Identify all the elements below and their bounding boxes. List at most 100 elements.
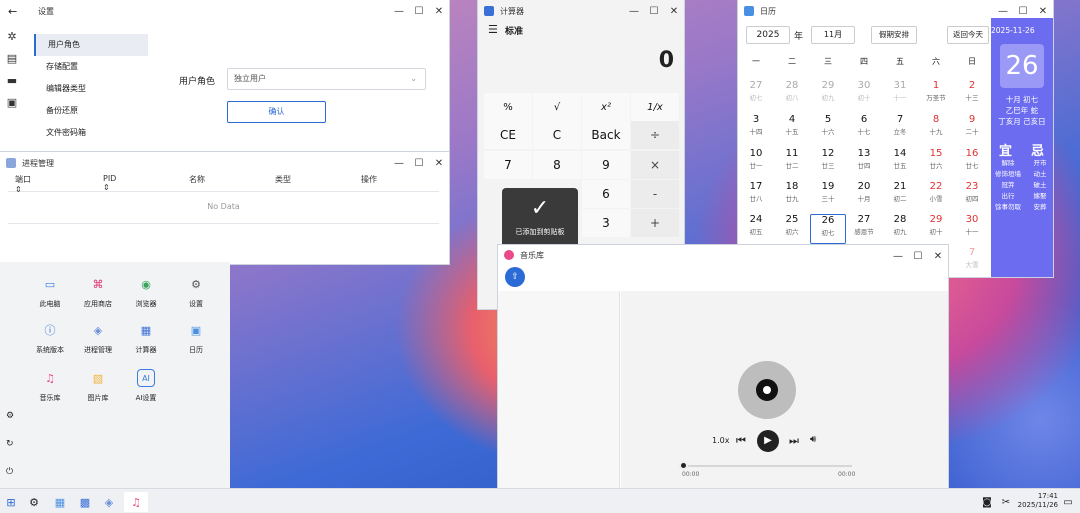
start-windows-icon[interactable]: ⊞ xyxy=(1,492,21,512)
gear-icon[interactable]: ✲ xyxy=(4,30,20,52)
calendar-day[interactable]: 25 初六 xyxy=(774,214,810,244)
nav-item-user-role[interactable]: 用户角色 xyxy=(34,34,148,56)
minimize-button[interactable]: — xyxy=(389,0,409,22)
col-port[interactable]: 端口 ⇕ xyxy=(15,174,31,194)
maximize-button[interactable]: ☐ xyxy=(908,245,928,267)
key-18[interactable]: 3 xyxy=(582,209,630,237)
storage-icon[interactable]: ▤ xyxy=(4,52,20,74)
key-5[interactable]: C xyxy=(533,121,581,149)
calendar-day[interactable]: 31 十一 xyxy=(882,80,918,110)
previous-icon[interactable]: ⏮ xyxy=(736,434,746,448)
calendar-day[interactable]: 27 感恩节 xyxy=(846,214,882,244)
taskbar-music-icon[interactable]: ♫ xyxy=(124,492,148,512)
calendar-day[interactable]: 2 十三 xyxy=(954,80,990,110)
key-1[interactable]: √ xyxy=(533,93,581,121)
holiday-button[interactable]: 假期安排 xyxy=(871,26,917,44)
back-icon[interactable]: ← xyxy=(8,5,24,18)
speed-label[interactable]: 1.0x xyxy=(712,436,729,445)
settings-small-icon[interactable]: ⚙ xyxy=(6,411,14,421)
app-process[interactable]: ◈ 进程管理 xyxy=(76,321,120,355)
col-pid[interactable]: PID ⇕ xyxy=(103,174,116,192)
calendar-day[interactable]: 19 三十 xyxy=(810,181,846,211)
calendar-day[interactable]: 21 初二 xyxy=(882,181,918,211)
nav-item-backup[interactable]: 备份还原 xyxy=(34,100,148,122)
calendar-day[interactable]: 7 大雪 xyxy=(954,247,990,277)
calendar-day[interactable]: 15 廿六 xyxy=(918,148,954,178)
power-icon[interactable]: ⏻ xyxy=(6,467,13,477)
calendar-day[interactable]: 18 廿九 xyxy=(774,181,810,211)
maximize-button[interactable]: ☐ xyxy=(409,152,429,174)
key-9[interactable]: 8 xyxy=(533,151,581,179)
calendar-day[interactable]: 28 初九 xyxy=(882,214,918,244)
app-music[interactable]: ♫ 音乐库 xyxy=(28,369,72,403)
progress-track[interactable] xyxy=(682,465,852,467)
app-store[interactable]: ⌘ 应用商店 xyxy=(76,275,120,309)
calendar-day[interactable]: 7 立冬 xyxy=(882,114,918,144)
maximize-button[interactable]: ☐ xyxy=(409,0,429,22)
key-15[interactable]: - xyxy=(631,180,679,208)
nav-item-editor[interactable]: 编辑器类型 xyxy=(34,78,148,100)
calendar-day[interactable]: 29 初九 xyxy=(810,80,846,110)
calendar-day[interactable]: 27 初七 xyxy=(738,80,774,110)
app-picture[interactable]: ▧ 图片库 xyxy=(76,369,120,403)
calendar-day[interactable]: 23 初四 xyxy=(954,181,990,211)
key-11[interactable]: × xyxy=(631,151,679,179)
key-0[interactable]: % xyxy=(484,93,532,121)
app-gear[interactable]: ⚙ 设置 xyxy=(174,275,218,309)
calendar-day[interactable]: 8 十九 xyxy=(918,114,954,144)
clock[interactable]: 17:41 2025/11/26 xyxy=(1014,492,1058,510)
close-button[interactable]: ✕ xyxy=(429,152,449,174)
year-select[interactable]: 2025 xyxy=(746,26,790,44)
calendar-day[interactable]: 29 初十 xyxy=(918,214,954,244)
minimize-button[interactable]: — xyxy=(888,245,908,267)
calendar-day[interactable]: 13 廿四 xyxy=(846,148,882,178)
calendar-day[interactable]: 16 廿七 xyxy=(954,148,990,178)
app-ai[interactable]: AI AI设置 xyxy=(124,369,168,403)
calendar-day[interactable]: 4 十五 xyxy=(774,114,810,144)
scissors-icon[interactable]: ✂ xyxy=(996,492,1016,512)
volume-icon[interactable]: 🔊︎ xyxy=(810,434,816,445)
taskbar-calendar-icon[interactable]: ▦ xyxy=(50,492,70,512)
key-4[interactable]: CE xyxy=(484,121,532,149)
app-browser[interactable]: ◉ 浏览器 xyxy=(124,275,168,309)
key-7[interactable]: ÷ xyxy=(631,121,679,149)
month-select[interactable]: 11月 xyxy=(811,26,855,44)
taskbar-settings-icon[interactable]: ⚙ xyxy=(24,492,44,512)
calendar-day[interactable]: 10 廿一 xyxy=(738,148,774,178)
calendar-day[interactable]: 12 廿三 xyxy=(810,148,846,178)
key-3[interactable]: 1/x xyxy=(631,93,679,121)
taskbar-calculator-icon[interactable]: ▩ xyxy=(75,492,95,512)
nav-item-password-box[interactable]: 文件密码箱 xyxy=(34,122,148,144)
key-19[interactable]: + xyxy=(631,209,679,237)
camera-icon[interactable]: ◙ xyxy=(977,492,997,512)
key-8[interactable]: 7 xyxy=(484,151,532,179)
calendar-day[interactable]: 17 廿八 xyxy=(738,181,774,211)
calendar-day[interactable]: 30 十一 xyxy=(954,214,990,244)
calendar-day[interactable]: 11 廿二 xyxy=(774,148,810,178)
close-button[interactable]: ✕ xyxy=(429,0,449,22)
app-calculator[interactable]: ▦ 计算器 xyxy=(124,321,168,355)
id-card-icon[interactable]: ▣ xyxy=(4,96,20,118)
refresh-icon[interactable]: ↻ xyxy=(6,439,14,449)
calendar-day[interactable]: 1 万圣节 xyxy=(918,80,954,110)
key-6[interactable]: Back xyxy=(582,121,630,149)
next-icon[interactable]: ⏭ xyxy=(789,434,799,448)
calendar-day[interactable]: 6 十七 xyxy=(846,114,882,144)
key-14[interactable]: 6 xyxy=(582,180,630,208)
calendar-day[interactable]: 20 十月 xyxy=(846,181,882,211)
close-button[interactable]: ✕ xyxy=(928,245,948,267)
app-calendar[interactable]: ▣ 日历 xyxy=(174,321,218,355)
minimize-button[interactable]: — xyxy=(389,152,409,174)
notification-icon[interactable]: ▭ xyxy=(1058,492,1078,512)
today-button[interactable]: 返回今天 xyxy=(947,26,989,44)
nav-item-storage[interactable]: 存储配置 xyxy=(34,56,148,78)
calendar-day[interactable]: 5 十六 xyxy=(810,114,846,144)
calendar-day[interactable]: 30 初十 xyxy=(846,80,882,110)
upload-button[interactable]: ⇧ xyxy=(505,267,525,287)
app-info[interactable]: ⓘ 系统版本 xyxy=(28,321,72,355)
calendar-day[interactable]: 22 小雪 xyxy=(918,181,954,211)
calendar-day[interactable]: 24 初五 xyxy=(738,214,774,244)
calendar-day[interactable]: 26 初七 xyxy=(810,214,846,244)
calendar-day[interactable]: 14 廿五 xyxy=(882,148,918,178)
key-2[interactable]: x² xyxy=(582,93,630,121)
